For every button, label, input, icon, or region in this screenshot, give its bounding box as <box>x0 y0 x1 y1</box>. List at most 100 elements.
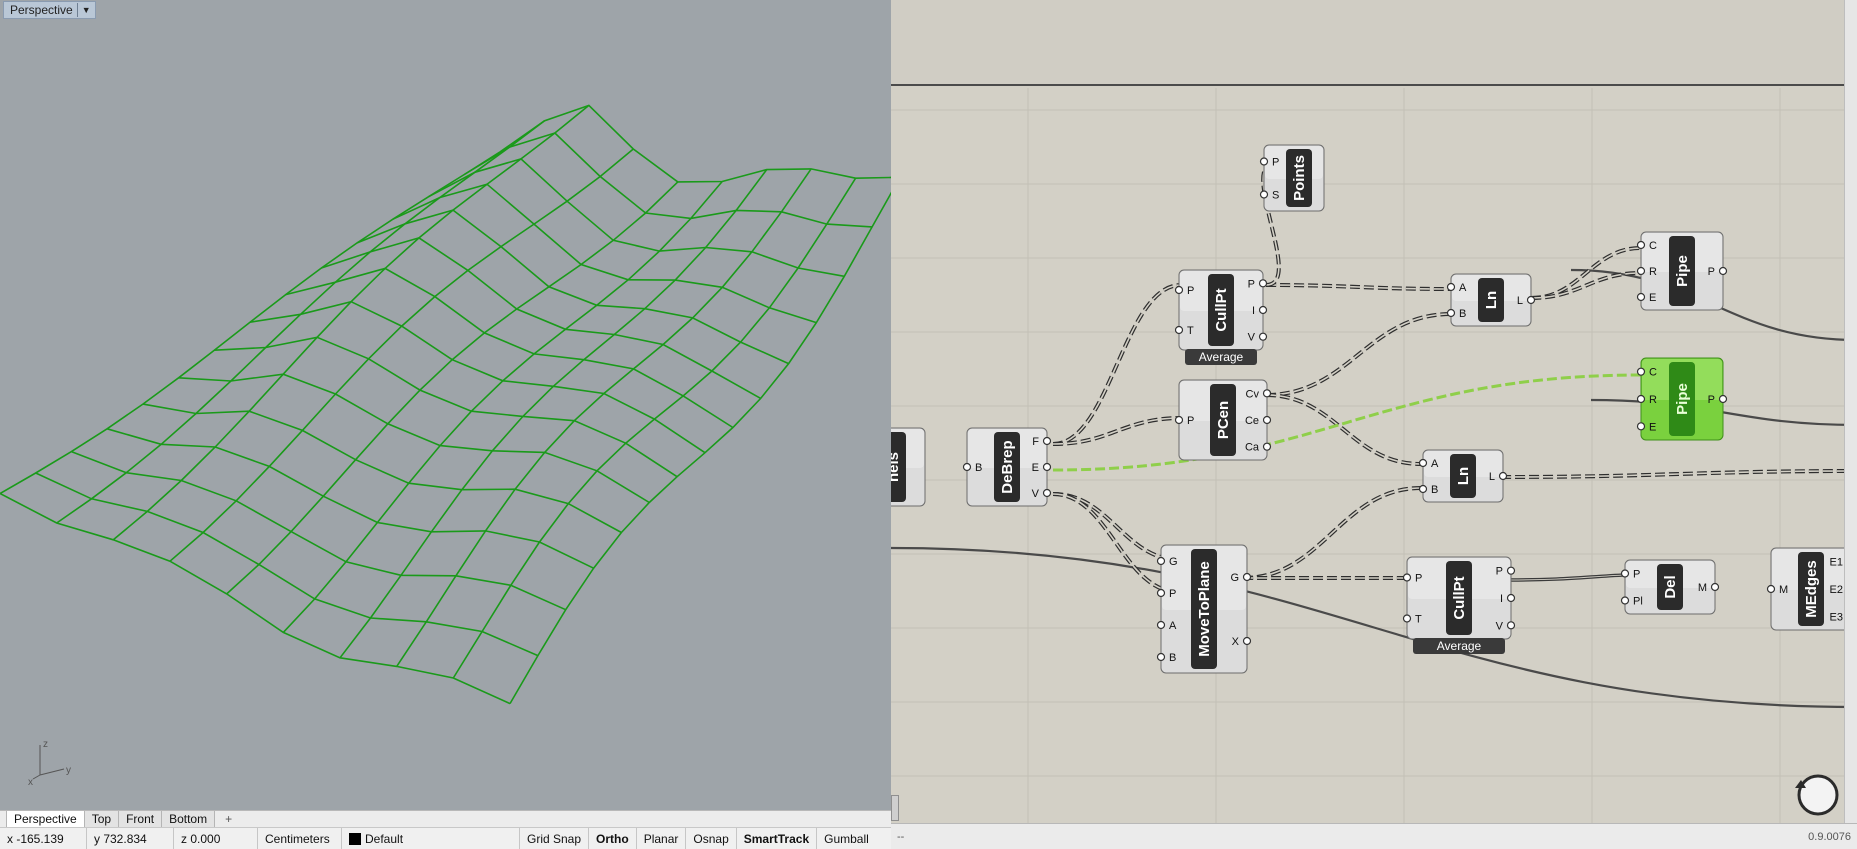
movetoplane-input-label: P <box>1169 588 1176 600</box>
pipe2-output-label: P <box>1708 394 1715 406</box>
pipe2-output-grip <box>1718 394 1728 404</box>
tab-bottom[interactable]: Bottom <box>162 811 216 827</box>
node-graph[interactable]: nels DeBrep B F E V Points P S CullPt P T P I V Average… <box>891 0 1857 823</box>
cullpt1-output-grip <box>1258 332 1268 341</box>
rhino-viewport[interactable]: Perspective ▼ z y x <box>0 0 891 810</box>
movetoplane-input-grip <box>1156 556 1166 566</box>
pipe1-input-grip <box>1636 240 1646 250</box>
ln2-input-label: B <box>1431 484 1438 496</box>
pcen-output-grip <box>1262 442 1272 451</box>
viewport-tabs: Perspective Top Front Bottom + <box>0 810 891 827</box>
ln2-output-label: L <box>1489 471 1495 483</box>
movetoplane-output-label: X <box>1232 636 1240 648</box>
movetoplane-input-grip <box>1156 588 1166 598</box>
toggle-gumball[interactable]: Gumball <box>817 828 876 849</box>
mesh-u-line <box>169 148 634 562</box>
points-input-grip <box>1259 190 1269 199</box>
pcen-input-label: P <box>1187 415 1194 427</box>
cullpt1-output-label: P <box>1248 278 1255 290</box>
mesh-v-line <box>428 158 845 278</box>
del-output-label: M <box>1698 582 1707 594</box>
mesh-v-line <box>71 450 567 611</box>
cullpt1-output-grip <box>1258 305 1268 315</box>
debrep-title: DeBrep <box>999 440 1016 493</box>
viewport-title[interactable]: Perspective ▼ <box>3 1 96 19</box>
movetoplane-input-grip <box>1156 652 1166 662</box>
units-label[interactable]: Centimeters <box>258 828 342 849</box>
debrep-input-label: B <box>975 462 982 474</box>
movetoplane-output-grip <box>1242 572 1252 582</box>
ln1-title: Ln <box>1483 291 1500 309</box>
tab-top[interactable]: Top <box>84 811 120 827</box>
nodes: nels DeBrep B F E V Points P S CullPt P T P I V Average… <box>891 144 1856 674</box>
wire-list-inner <box>1052 493 1180 593</box>
wire-list-inner <box>1530 247 1642 299</box>
chevron-down-icon[interactable]: ▼ <box>82 5 91 15</box>
layer-color-swatch <box>349 832 361 845</box>
cullpt1-output-label: I <box>1252 305 1255 317</box>
medges-component: MEdges M E1 E2 E3 <box>1766 547 1856 631</box>
pcen-output-grip <box>1262 415 1272 425</box>
del-input-label: P <box>1633 569 1640 581</box>
mesh-u-line <box>452 177 857 679</box>
pipe1-output-grip <box>1718 266 1728 276</box>
cullpt2-input-label: P <box>1415 573 1422 585</box>
pcen-title: PCen <box>1215 401 1232 439</box>
canvas-scroll-handle[interactable] <box>891 795 899 821</box>
points-input-label: P <box>1272 157 1279 169</box>
tab-front[interactable]: Front <box>119 811 163 827</box>
cullpt1-component: CullPt P T P I V Average <box>1174 269 1268 365</box>
axis-gizmo-icon: z y x <box>28 739 71 787</box>
pipe2-input-label: C <box>1649 367 1657 379</box>
tab-perspective[interactable]: Perspective <box>6 811 85 827</box>
canvas-status-left: -- <box>897 830 905 843</box>
toggle-osnap[interactable]: Osnap <box>686 828 737 849</box>
wire-list-inner <box>1242 487 1422 579</box>
cullpt1-footer: Average <box>1199 350 1244 364</box>
cullpt2-output-label: P <box>1496 566 1503 578</box>
ln2-title: Ln <box>1455 467 1472 485</box>
ln2-input-label: A <box>1431 458 1439 470</box>
medges-input-grip <box>1766 584 1776 594</box>
zoom-gizmo-icon <box>1795 774 1839 816</box>
debrep-output-label: F <box>1032 436 1039 448</box>
pipe2-input-grip <box>1636 394 1646 404</box>
points-input-label: S <box>1272 190 1279 202</box>
pcen-output-label: Ce <box>1245 415 1259 427</box>
pipe2-component: Pipe C R E P <box>1636 357 1728 441</box>
toggle-ortho[interactable]: Ortho <box>589 828 637 849</box>
axis-y-label: y <box>66 765 71 776</box>
medges-output-label: E1 <box>1830 557 1843 569</box>
pipe1-input-grip <box>1636 266 1646 276</box>
toggle-smarttrack[interactable]: SmartTrack <box>737 828 818 849</box>
wire-list-inner <box>1052 417 1182 445</box>
movetoplane-output-grip <box>1242 636 1252 646</box>
version-label: 0.9.0076 <box>1808 830 1851 843</box>
debrep-component: DeBrep B F E V <box>962 427 1052 507</box>
del-title: Del <box>1662 575 1679 598</box>
mesh-v-line <box>249 300 706 454</box>
cullpt1-input-grip <box>1174 325 1184 335</box>
ln1-input-grip <box>1446 308 1456 318</box>
layer-indicator[interactable]: Default <box>342 828 520 849</box>
ln2-input-grip <box>1418 484 1428 494</box>
wire-list-inner <box>1500 470 1857 478</box>
panels-component: nels <box>891 427 926 507</box>
cullpt2-input-grip <box>1402 614 1412 623</box>
medges-output-label: E2 <box>1830 584 1843 596</box>
toggle-grid-snap[interactable]: Grid Snap <box>520 828 590 849</box>
movetoplane-output-label: G <box>1230 572 1239 584</box>
mesh-u-line <box>56 120 545 524</box>
cullpt2-footer: Average <box>1437 639 1482 653</box>
toggle-planar[interactable]: Planar <box>637 828 687 849</box>
mesh-u-line <box>112 104 590 541</box>
grasshopper-canvas[interactable]: nels DeBrep B F E V Points P S CullPt P T P I V Average… <box>891 0 1857 849</box>
del-component: Del P Pl M <box>1620 559 1720 615</box>
mesh-v-line <box>142 403 622 534</box>
surface-wireframe <box>0 104 891 705</box>
pipe1-output-label: P <box>1708 266 1715 278</box>
add-tab-icon[interactable]: + <box>215 811 242 827</box>
pipe1-input-label: C <box>1649 240 1657 252</box>
movetoplane-input-label: B <box>1169 652 1176 664</box>
canvas-scrollbar[interactable] <box>1844 0 1857 823</box>
